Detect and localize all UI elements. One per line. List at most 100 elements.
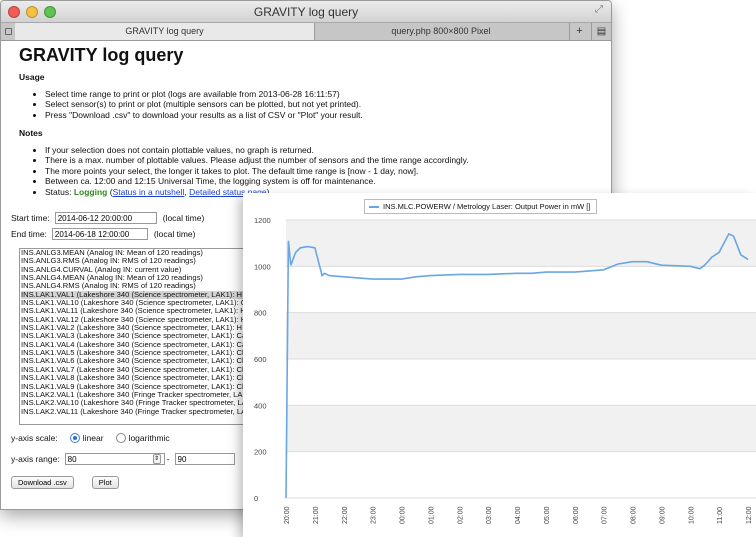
x-tick-label: 11:00: [717, 507, 724, 524]
x-tick-label: 09:00: [659, 506, 666, 524]
x-tick-label: 08:00: [631, 506, 638, 524]
x-tick-label: 12:00: [746, 506, 753, 524]
y-tick-label: 0: [254, 494, 258, 503]
chart-legend: INS.MLC.POWERW / Metrology Laser: Output…: [364, 199, 598, 214]
tab-label: query.php 800×800 Pixel: [391, 26, 491, 36]
start-time-label: Start time:: [11, 213, 50, 223]
plot-button[interactable]: Plot: [91, 476, 119, 489]
zoom-window-button[interactable]: [44, 6, 56, 18]
sensor-option[interactable]: INS.LAK1.VAL6 (Lakeshore 340 (Science sp…: [21, 357, 247, 365]
sidebar-toggle-icon[interactable]: [5, 28, 12, 35]
series-line: [285, 232, 749, 499]
close-window-button[interactable]: [8, 6, 20, 18]
grid-band: [286, 220, 756, 267]
tab-gravity-log-query[interactable]: GRAVITY log query: [15, 23, 315, 40]
button-row: Download .csv Plot: [11, 476, 137, 489]
title-bar: GRAVITY log query ⤢: [1, 1, 611, 23]
x-tick-label: 20:00: [284, 506, 291, 524]
usage-list: Select time range to print or plot (logs…: [45, 89, 601, 121]
sensor-option[interactable]: INS.LAK1.VAL12 (Lakeshore 340 (Science s…: [21, 316, 247, 324]
legend-label: INS.MLC.POWERW / Metrology Laser: Output…: [383, 202, 591, 211]
start-time-input[interactable]: [54, 212, 157, 224]
sensor-option[interactable]: INS.ANLG4.RMS (Analog IN: RMS of 120 rea…: [21, 282, 247, 290]
notes-heading: Notes: [19, 128, 43, 138]
sensor-option[interactable]: INS.LAK1.VAL10 (Lakeshore 340 (Science s…: [21, 299, 247, 307]
list-item: Select time range to print or plot (logs…: [45, 89, 601, 100]
x-tick-label: 01:00: [428, 506, 435, 524]
download-csv-button[interactable]: Download .csv: [11, 476, 74, 489]
tab-query-php[interactable]: query.php 800×800 Pixel: [316, 23, 566, 40]
grid-band: [286, 405, 756, 452]
tab-label: GRAVITY log query: [125, 26, 204, 36]
status-nutshell-link[interactable]: Status in a nutshell: [113, 187, 185, 197]
sensor-option[interactable]: INS.LAK1.VAL9 (Lakeshore 340 (Science sp…: [21, 383, 247, 391]
y-tick-label: 400: [254, 401, 267, 410]
fullscreen-icon[interactable]: ⤢: [595, 4, 603, 16]
end-local-time-label: (local time): [153, 229, 196, 239]
x-tick-label: 06:00: [573, 506, 580, 524]
start-local-time-label: (local time): [162, 213, 205, 223]
yrange-max-input[interactable]: [174, 453, 235, 465]
yrange-row: y-axis range: ⇕ -: [11, 453, 241, 465]
logarithmic-radio[interactable]: [115, 433, 126, 443]
status-value: Logging: [73, 186, 108, 197]
new-tab-button[interactable]: +: [569, 23, 589, 40]
x-tick-label: 05:00: [544, 506, 551, 524]
y-tick-label: 1200: [254, 216, 271, 225]
sensor-option[interactable]: INS.LAK1.VAL11 (Lakeshore 340 (Science s…: [21, 307, 247, 315]
sensor-option[interactable]: INS.LAK2.VAL1 (Lakeshore 340 (Fringe Tra…: [21, 391, 247, 399]
end-time-input[interactable]: [51, 228, 148, 240]
y-tick-label: 200: [254, 448, 267, 457]
yscale-label: y-axis scale:: [11, 433, 58, 443]
legend-swatch: [369, 206, 379, 209]
sensor-option[interactable]: INS.ANLG3.MEAN (Analog IN: Mean of 120 r…: [21, 249, 247, 257]
sensor-option[interactable]: INS.ANLG4.CURVAL (Analog IN: current val…: [21, 266, 247, 274]
x-tick-label: 04:00: [515, 506, 522, 524]
sensor-option[interactable]: INS.LAK1.VAL7 (Lakeshore 340 (Science sp…: [21, 366, 247, 374]
list-item: The more points your select, the longer …: [45, 166, 601, 177]
sensor-option[interactable]: INS.LAK1.VAL5 (Lakeshore 340 (Science sp…: [21, 349, 247, 357]
grid-band: [286, 312, 756, 359]
yrange-separator: -: [166, 454, 170, 464]
tab-overview-icon[interactable]: ▤: [591, 23, 611, 40]
x-tick-label: 02:00: [457, 506, 464, 524]
status-label: Status:: [45, 186, 72, 197]
x-tick-label: 22:00: [342, 506, 349, 524]
yrange-label: y-axis range:: [11, 454, 60, 464]
start-time-row: Start time: (local time): [11, 212, 204, 224]
yrange-stepper[interactable]: ⇕: [152, 454, 161, 464]
end-time-row: End time: (local time): [11, 228, 195, 240]
status-separator: ,: [184, 186, 187, 197]
sensor-option[interactable]: INS.LAK1.VAL4 (Lakeshore 340 (Science sp…: [21, 341, 247, 349]
sensor-option[interactable]: INS.LAK1.VAL8 (Lakeshore 340 (Science sp…: [21, 374, 247, 382]
yrange-min-input[interactable]: [64, 453, 165, 465]
yscale-row: y-axis scale: linear logarithmic: [11, 433, 170, 443]
page-content: GRAVITY log query Usage Select time rang…: [1, 41, 611, 197]
sensor-option[interactable]: INS.ANLG3.RMS (Analog IN: RMS of 120 rea…: [21, 257, 247, 265]
tab-bar: GRAVITY log query query.php 800×800 Pixe…: [1, 23, 611, 41]
list-item: Select sensor(s) to print or plot (multi…: [45, 99, 601, 110]
x-tick-label: 00:00: [400, 506, 407, 524]
x-tick-label: 07:00: [602, 506, 609, 524]
plot-window: 0 200 400 600 800 1000 1200 20:00 21:00 22:00 23:0…: [243, 193, 756, 537]
sensor-list[interactable]: INS.ANLG3.MEAN (Analog IN: Mean of 120 r…: [19, 248, 248, 425]
notes-list: If your selection does not contain plott…: [45, 145, 601, 198]
linear-option-label: linear: [82, 433, 104, 443]
logarithmic-option-label: logarithmic: [128, 433, 170, 443]
linear-radio[interactable]: [69, 433, 80, 443]
x-tick-label: 03:00: [486, 506, 493, 524]
sensor-option[interactable]: INS.LAK1.VAL3 (Lakeshore 340 (Science sp…: [21, 332, 247, 340]
usage-heading: Usage: [19, 72, 45, 82]
window-title: GRAVITY log query: [253, 5, 359, 19]
sensor-option[interactable]: INS.ANLG4.MEAN (Analog IN: Mean of 120 r…: [21, 274, 247, 282]
y-tick-label: 600: [254, 355, 267, 364]
x-tick-label: 21:00: [313, 506, 320, 524]
sensor-option[interactable]: INS.LAK1.VAL2 (Lakeshore 340 (Science sp…: [21, 324, 247, 332]
sensor-option[interactable]: INS.LAK2.VAL11 (Lakeshore 340 (Fringe Tr…: [21, 408, 247, 416]
list-item: Between ca. 12:00 and 12:15 Universal Ti…: [45, 176, 601, 187]
sensor-option[interactable]: INS.LAK1.VAL1 (Lakeshore 340 (Science sp…: [21, 290, 247, 300]
sensor-option[interactable]: INS.LAK2.VAL10 (Lakeshore 340 (Fringe Tr…: [21, 399, 247, 407]
line-chart: 0 200 400 600 800 1000 1200 20:00 21:00 22:00 23:0…: [254, 216, 756, 524]
list-item: If your selection does not contain plott…: [45, 145, 601, 156]
minimize-window-button[interactable]: [26, 6, 38, 18]
